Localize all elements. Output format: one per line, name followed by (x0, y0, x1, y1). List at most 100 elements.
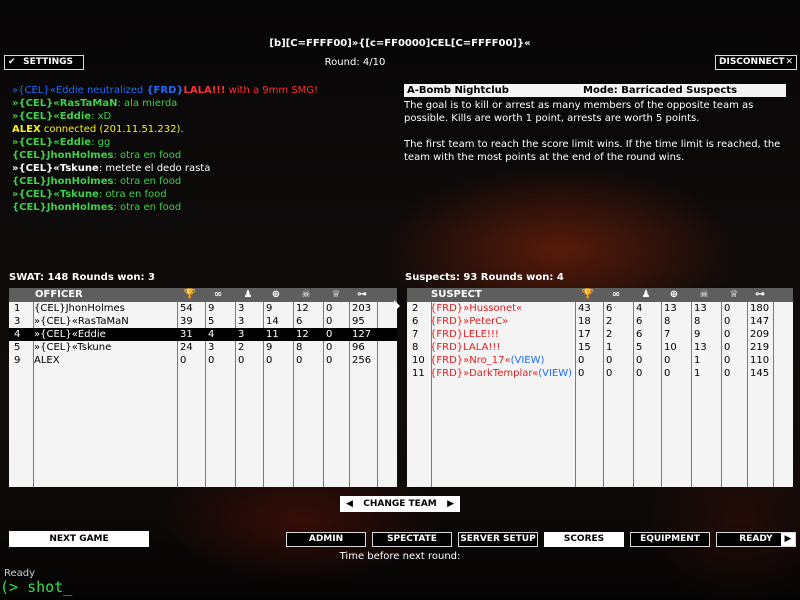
stat-arrest: 0 (636, 355, 643, 366)
stat-medal: 0 (326, 329, 333, 340)
chat-fragment: : otra en food (98, 189, 167, 200)
ping-icon[interactable]: ⊶ (752, 289, 768, 301)
round-counter: Round: 4/10 (324, 57, 386, 68)
chat-fragment: : xD (91, 111, 112, 122)
view-tag: (VIEW) (510, 355, 545, 366)
stat-handcuffs: 0 (606, 355, 613, 366)
chat-fragment: with a 9mm SMG! (225, 85, 319, 96)
player-name: {FRD}LELE!!! (430, 328, 499, 341)
player-row[interactable]: 3 »{CEL}«RasTaMaN 39 5 3 14 6 0 95 (9, 315, 397, 328)
player-row[interactable]: 1 {CEL}JhonHolmes 54 9 3 9 12 0 203 (9, 302, 397, 315)
player-name-text: »{CEL}«Eddie (34, 329, 106, 340)
medal-icon[interactable]: ♕ (328, 289, 344, 301)
stat-handcuffs: 4 (208, 329, 215, 340)
handcuffs-icon[interactable]: ∞ (210, 289, 226, 301)
stat-trophy: 0 (578, 355, 585, 366)
stat-medal: 0 (724, 303, 731, 314)
stat-arrest: 3 (238, 303, 245, 314)
arrest-icon[interactable]: ♟ (638, 289, 654, 301)
ping-icon[interactable]: ⊶ (354, 289, 370, 301)
stat-arrest: 2 (238, 342, 245, 353)
player-name-text: ALEX (34, 355, 60, 366)
chat-fragment: »{CEL}«Tskune (12, 163, 99, 174)
player-name-text: {FRD}»Nro_17« (430, 355, 511, 366)
chat-fragment: connected (201.11.51.232). (40, 124, 184, 135)
skull-icon[interactable]: ☠ (696, 289, 712, 301)
map-info-panel: A-Bomb Nightclub Mode: Barricaded Suspec… (404, 84, 786, 164)
chat-fragment: »{CEL}«Eddie (12, 137, 92, 148)
stat-handcuffs: 1 (606, 342, 613, 353)
next-game-button[interactable]: NEXT GAME (9, 531, 149, 547)
settings-button[interactable]: ✔ SETTINGS (4, 55, 84, 70)
scoreboard-header: SUSPECT 🏆 ∞ ♟ ⊕ ☠ ♕ ⊶ (407, 288, 793, 302)
medal-icon[interactable]: ♕ (726, 289, 742, 301)
skull-icon[interactable]: ☠ (298, 289, 314, 301)
stat-ping: 96 (352, 342, 365, 353)
crosshair-icon[interactable]: ⊕ (268, 289, 284, 301)
change-team-button[interactable]: ◀ CHANGE TEAM ▶ (340, 496, 460, 512)
player-row[interactable]: 4 »{CEL}«Eddie 31 4 3 11 12 0 127 (9, 328, 397, 341)
spectate-button[interactable]: SPECTATE (372, 532, 452, 547)
player-row[interactable]: 11 {FRD}»DarkTemplar«(VIEW) 0 0 0 0 1 0 145 (407, 367, 793, 380)
chat-fragment: »{CEL}«Tskune (12, 189, 99, 200)
server-setup-button[interactable]: SERVER SETUP (458, 532, 538, 547)
chat-fragment: : otra en food (113, 176, 182, 187)
stat-arrest: 4 (636, 303, 643, 314)
player-name-text: {FRD}LELE!!! (430, 329, 499, 340)
stat-medal: 0 (724, 342, 731, 353)
stat-ping: 209 (750, 329, 770, 340)
player-row[interactable]: 8 {FRD}LALA!!! 15 1 5 10 13 0 219 (407, 341, 793, 354)
settings-label: SETTINGS (23, 57, 74, 67)
player-row[interactable]: 5 »{CEL}«Tskune 24 3 2 9 8 0 96 (9, 341, 397, 354)
scores-button[interactable]: SCORES (544, 532, 624, 547)
player-row[interactable]: 7 {FRD}LELE!!! 17 2 6 7 9 0 209 (407, 328, 793, 341)
player-name: {FRD}LALA!!! (430, 341, 500, 354)
stat-arrest: 6 (636, 329, 643, 340)
player-id: 7 (412, 329, 419, 340)
crosshair-icon[interactable]: ⊕ (666, 289, 682, 301)
right-arrow-icon: ▶ (447, 499, 454, 509)
chat-line: {CEL}JhonHolmes: otra en food (12, 201, 392, 214)
trophy-icon[interactable]: 🏆 (580, 289, 596, 301)
equipment-button[interactable]: EQUIPMENT (630, 532, 710, 547)
trophy-icon[interactable]: 🏆 (182, 289, 198, 301)
stat-skull: 12 (296, 329, 309, 340)
stat-handcuffs: 0 (606, 368, 613, 379)
player-row[interactable]: 9 ALEX 0 0 0 0 0 0 256 (9, 354, 397, 367)
left-arrow-icon: ◀ (346, 499, 353, 509)
stat-skull: 1 (694, 368, 701, 379)
arrest-icon[interactable]: ♟ (240, 289, 256, 301)
stat-handcuffs: 3 (208, 342, 215, 353)
chat-fragment: »{CEL}«RasTaMaN (12, 98, 118, 109)
player-id: 4 (14, 329, 21, 340)
mode-description: The goal is to kill or arrest as many me… (404, 100, 754, 124)
admin-button[interactable]: ADMIN (286, 532, 366, 547)
chat-line: »{CEL}«Eddie: gg (12, 136, 392, 149)
stat-handcuffs: 6 (606, 303, 613, 314)
handcuffs-icon[interactable]: ∞ (608, 289, 624, 301)
stat-trophy: 17 (578, 329, 591, 340)
player-name-text: {FRD}»PeterC» (430, 316, 509, 327)
player-row[interactable]: 2 {FRD}»Hussonet« 43 6 4 13 13 0 180 (407, 302, 793, 315)
stat-trophy: 43 (578, 303, 591, 314)
stat-trophy: 0 (180, 355, 187, 366)
scoreboard-header: OFFICER 🏆 ∞ ♟ ⊕ ☠ ♕ ⊶ (9, 288, 397, 302)
disconnect-button[interactable]: DISCONNECT ✕ (715, 55, 797, 70)
stat-ping: 147 (750, 316, 770, 327)
stat-handcuffs: 0 (208, 355, 215, 366)
view-tag: (VIEW) (538, 368, 573, 379)
player-row[interactable]: 6 {FRD}»PeterC» 18 2 6 8 8 0 147 (407, 315, 793, 328)
ready-button[interactable]: READY ▶ (716, 532, 796, 547)
chat-fragment: ALEX (12, 124, 41, 135)
chat-fragment: : ala mierda (117, 98, 178, 109)
change-team-label: CHANGE TEAM (363, 499, 437, 509)
console-input[interactable]: (> shot_ (0, 578, 72, 596)
player-row[interactable]: 10 {FRD}»Nro_17«(VIEW) 0 0 0 0 1 0 110 (407, 354, 793, 367)
player-name-text: {FRD}LALA!!! (430, 342, 501, 353)
stat-medal: 0 (724, 368, 731, 379)
stat-trophy: 39 (180, 316, 193, 327)
map-info-header: A-Bomb Nightclub Mode: Barricaded Suspec… (404, 84, 786, 97)
stat-skull: 8 (694, 316, 701, 327)
stat-handcuffs: 2 (606, 329, 613, 340)
stat-medal: 0 (724, 316, 731, 327)
